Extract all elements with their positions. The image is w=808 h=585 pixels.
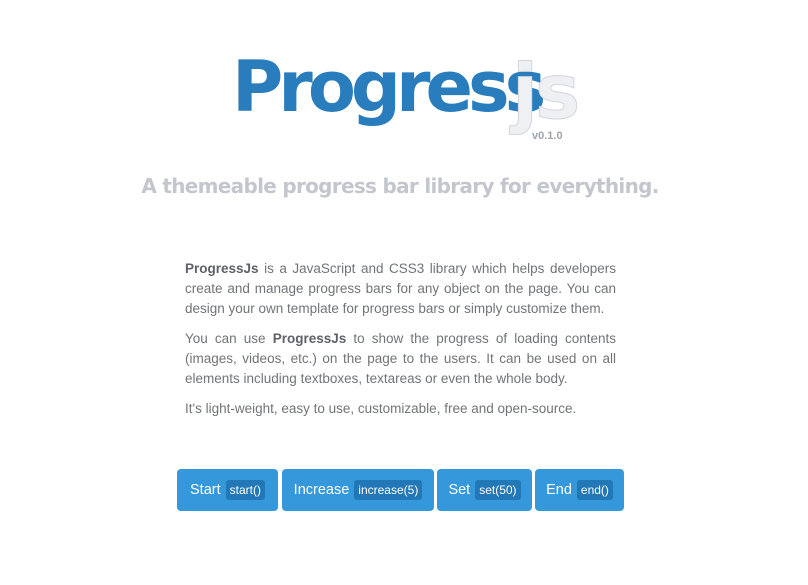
logo-js-suffix: js (511, 47, 580, 136)
description-text: You can use (185, 331, 273, 346)
logo: Progress js v0.1.0 (232, 52, 592, 152)
start-button-label: Start (190, 482, 221, 498)
description: ProgressJs is a JavaScript and CSS3 libr… (185, 259, 616, 429)
set-code-badge: set(50) (475, 480, 521, 500)
set-button[interactable]: Set set(50) (437, 469, 532, 511)
end-code-badge: end() (576, 480, 613, 500)
increase-button-label: Increase (293, 482, 350, 498)
end-button[interactable]: End end() (535, 469, 624, 511)
increase-code-badge: increase(5) (354, 480, 423, 500)
description-paragraph-2: You can use ProgressJs to show the progr… (185, 329, 616, 389)
version-label: v0.1.0 (532, 130, 563, 142)
description-paragraph-1: ProgressJs is a JavaScript and CSS3 libr… (185, 259, 616, 319)
set-button-label: Set (448, 482, 471, 498)
start-button[interactable]: Start start() (177, 469, 278, 511)
description-text: It's light-weight, easy to use, customiz… (185, 401, 577, 416)
end-button-label: End (546, 482, 572, 498)
product-name: ProgressJs (272, 331, 347, 346)
description-paragraph-3: It's light-weight, easy to use, customiz… (185, 399, 616, 419)
logo-wordmark: Progress (232, 46, 546, 128)
tagline: A themeable progress bar library for eve… (141, 174, 659, 198)
start-code-badge: start() (225, 480, 265, 500)
increase-button[interactable]: Increase increase(5) (282, 469, 434, 511)
product-name: ProgressJs (185, 261, 259, 276)
